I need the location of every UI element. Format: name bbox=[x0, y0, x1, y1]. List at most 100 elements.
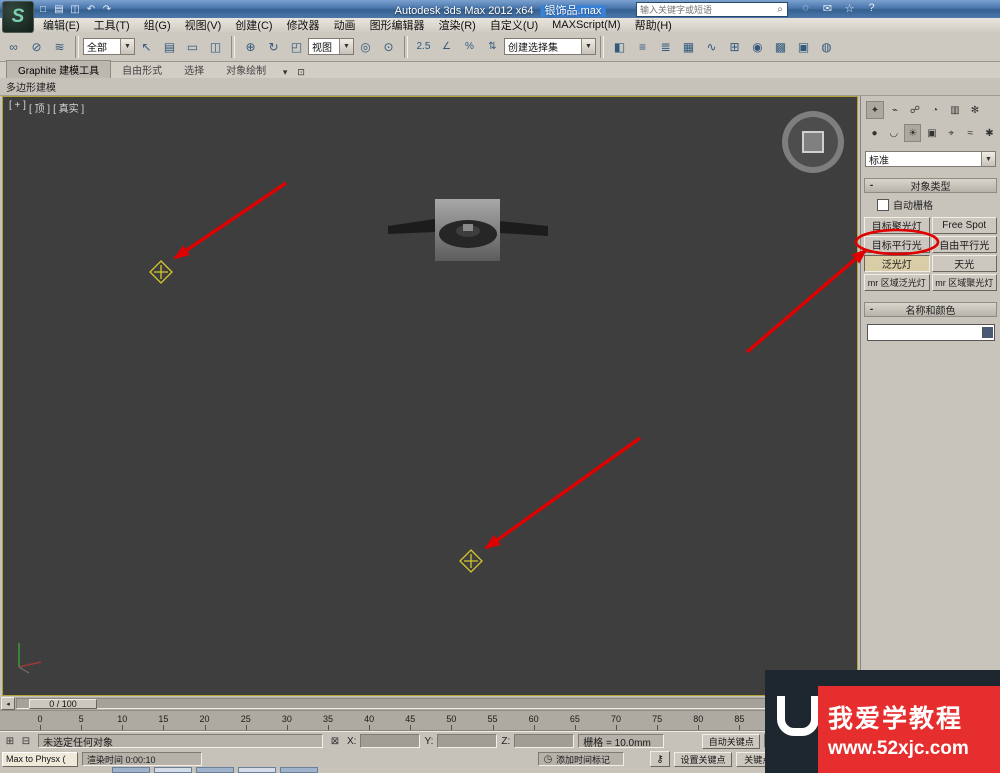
chevron-down-icon[interactable]: ▼ bbox=[339, 39, 353, 54]
favorites-icon[interactable]: ☆ bbox=[843, 2, 856, 15]
redo-icon[interactable]: ↷ bbox=[100, 2, 114, 16]
cameras-category-icon[interactable]: ▣ bbox=[923, 124, 940, 142]
helpers-category-icon[interactable]: ⌖ bbox=[943, 124, 960, 142]
taskbar-window-fragment[interactable] bbox=[112, 767, 150, 773]
schematic-view-icon[interactable]: ⊞ bbox=[724, 36, 745, 57]
search-icon[interactable]: ⌕ bbox=[773, 4, 787, 15]
omni-light-gizmo-2[interactable] bbox=[458, 548, 484, 574]
named-selection-sets-combo[interactable]: 创建选择集 ▼ bbox=[504, 38, 596, 55]
object-name-input[interactable] bbox=[868, 327, 982, 338]
x-coordinate-field[interactable] bbox=[360, 734, 420, 748]
align-icon[interactable]: ≡ bbox=[632, 36, 653, 57]
save-file-icon[interactable]: ◫ bbox=[68, 2, 82, 16]
viewcube-top-face[interactable] bbox=[802, 131, 824, 153]
select-and-scale-icon[interactable]: ◰ bbox=[286, 36, 307, 57]
rendered-frame-window-icon[interactable]: ▣ bbox=[793, 36, 814, 57]
time-slider-track[interactable]: 0 / 100 bbox=[16, 698, 842, 709]
y-coordinate-field[interactable] bbox=[437, 734, 497, 748]
set-key-mode-button[interactable]: 设置关键点 bbox=[674, 752, 732, 767]
search-input[interactable] bbox=[637, 5, 773, 15]
target-direct-button[interactable]: 目标平行光 bbox=[864, 236, 930, 253]
snaps-toggle-2-5d-icon[interactable]: 2.5 bbox=[413, 36, 434, 57]
viewport-shading-menu[interactable]: [ 真实 ] bbox=[53, 100, 84, 115]
angle-snap-toggle-icon[interactable]: ∠ bbox=[436, 36, 457, 57]
add-time-tag-field[interactable]: ◷ 添加时间标记 bbox=[538, 752, 624, 766]
render-setup-icon[interactable]: ▩ bbox=[770, 36, 791, 57]
rectangular-selection-region-icon[interactable]: ▭ bbox=[182, 36, 203, 57]
menu-item[interactable]: 帮助(H) bbox=[628, 17, 679, 33]
menu-item[interactable]: 修改器 bbox=[280, 17, 327, 33]
shapes-category-icon[interactable]: ◡ bbox=[885, 124, 902, 142]
previous-frame-button[interactable]: ◂ bbox=[1, 697, 15, 710]
autogrid-checkbox[interactable] bbox=[877, 199, 889, 211]
ribbon-dropdown-arrow-icon[interactable]: ▾ bbox=[277, 67, 293, 78]
tab-object-paint[interactable]: 对象绘制 bbox=[215, 61, 277, 78]
use-pivot-point-center-icon[interactable]: ◎ bbox=[355, 36, 376, 57]
undo-icon[interactable]: ↶ bbox=[84, 2, 98, 16]
menu-item[interactable]: 动画 bbox=[327, 17, 363, 33]
chevron-down-icon[interactable]: ▼ bbox=[581, 39, 595, 54]
light-type-dropdown[interactable]: 标准 ▼ bbox=[865, 151, 996, 167]
object-color-swatch[interactable] bbox=[982, 327, 993, 338]
select-and-rotate-icon[interactable]: ↻ bbox=[263, 36, 284, 57]
geometry-category-icon[interactable]: ● bbox=[866, 124, 883, 142]
set-keys-button[interactable]: ⚷ bbox=[650, 751, 670, 767]
viewcube[interactable] bbox=[782, 111, 844, 173]
communication-center-icon[interactable]: ✉ bbox=[821, 2, 834, 15]
rollout-name-color[interactable]: - 名称和颜色 bbox=[864, 302, 997, 317]
menu-item[interactable]: 图形编辑器 bbox=[363, 17, 432, 33]
ribbon-minimize-icon[interactable]: ⊡ bbox=[293, 67, 309, 78]
create-tab-icon[interactable]: ✦ bbox=[866, 101, 884, 119]
omni-light-gizmo-1[interactable] bbox=[148, 259, 174, 285]
taskbar-window-fragment[interactable] bbox=[238, 767, 276, 773]
taskbar-window-fragment[interactable] bbox=[196, 767, 234, 773]
mr-area-omni-button[interactable]: mr 区域泛光灯 bbox=[864, 274, 930, 291]
mr-area-spot-button[interactable]: mr 区域聚光灯 bbox=[932, 274, 998, 291]
modify-tab-icon[interactable]: ⌁ bbox=[886, 101, 904, 119]
menu-item[interactable]: 渲染(R) bbox=[432, 17, 483, 33]
chevron-down-icon[interactable]: ▼ bbox=[981, 152, 995, 166]
lights-category-icon[interactable]: ☀ bbox=[904, 124, 921, 142]
select-by-name-icon[interactable]: ▤ bbox=[159, 36, 180, 57]
hierarchy-tab-icon[interactable]: ☍ bbox=[906, 101, 924, 119]
rollout-object-type[interactable]: - 对象类型 bbox=[864, 178, 997, 193]
free-direct-button[interactable]: 自由平行光 bbox=[932, 236, 998, 253]
graphite-ribbon-toggle-icon[interactable]: ▦ bbox=[678, 36, 699, 57]
select-and-manipulate-icon[interactable]: ⊙ bbox=[378, 36, 399, 57]
select-and-link-icon[interactable]: ∞ bbox=[3, 36, 24, 57]
chevron-down-icon[interactable]: ▼ bbox=[120, 39, 134, 54]
taskbar-window-fragment[interactable] bbox=[154, 767, 192, 773]
z-coordinate-field[interactable] bbox=[514, 734, 574, 748]
menu-item[interactable]: 编辑(E) bbox=[36, 17, 87, 33]
reference-coordinate-combo[interactable]: 视图 ▼ bbox=[308, 38, 354, 55]
auto-key-button[interactable]: 自动关键点 bbox=[702, 734, 760, 749]
application-menu-button[interactable]: S bbox=[2, 1, 34, 33]
layer-manager-icon[interactable]: ≣ bbox=[655, 36, 676, 57]
menu-item[interactable]: 工具(T) bbox=[87, 17, 137, 33]
unlink-selection-icon[interactable]: ⊘ bbox=[26, 36, 47, 57]
status-mini-icon-b[interactable]: ⊟ bbox=[18, 734, 34, 749]
select-object-icon[interactable]: ↖ bbox=[136, 36, 157, 57]
viewport-pov-menu[interactable]: [ 顶 ] bbox=[29, 100, 50, 115]
utilities-tab-icon[interactable]: ✻ bbox=[966, 101, 984, 119]
sign-in-icon[interactable]: ◌ bbox=[799, 2, 812, 15]
viewport-top[interactable]: [ + ] [ 顶 ] [ 真实 ] bbox=[2, 96, 858, 696]
free-spot-button[interactable]: Free Spot bbox=[932, 217, 998, 234]
skylight-button[interactable]: 天光 bbox=[932, 255, 998, 272]
window-crossing-icon[interactable]: ◫ bbox=[205, 36, 226, 57]
tab-freeform[interactable]: 自由形式 bbox=[111, 61, 173, 78]
lock-selection-toggle-icon[interactable]: ⊠ bbox=[327, 734, 343, 749]
omni-light-button[interactable]: 泛光灯 bbox=[864, 255, 930, 272]
tab-selection[interactable]: 选择 bbox=[173, 61, 215, 78]
viewport-general-menu[interactable]: [ + ] bbox=[9, 100, 26, 115]
select-and-move-icon[interactable]: ⊕ bbox=[240, 36, 261, 57]
percent-snap-toggle-icon[interactable]: % bbox=[459, 36, 480, 57]
new-scene-icon[interactable]: □ bbox=[36, 2, 50, 16]
target-spot-button[interactable]: 目标聚光灯 bbox=[864, 217, 930, 234]
menu-item[interactable]: 自定义(U) bbox=[483, 17, 545, 33]
time-slider-thumb[interactable]: 0 / 100 bbox=[29, 699, 97, 709]
open-file-icon[interactable]: ▤ bbox=[52, 2, 66, 16]
mirror-icon[interactable]: ◧ bbox=[609, 36, 630, 57]
polygon-modeling-section[interactable]: 多边形建模 bbox=[6, 79, 56, 94]
menu-item[interactable]: 视图(V) bbox=[178, 17, 229, 33]
